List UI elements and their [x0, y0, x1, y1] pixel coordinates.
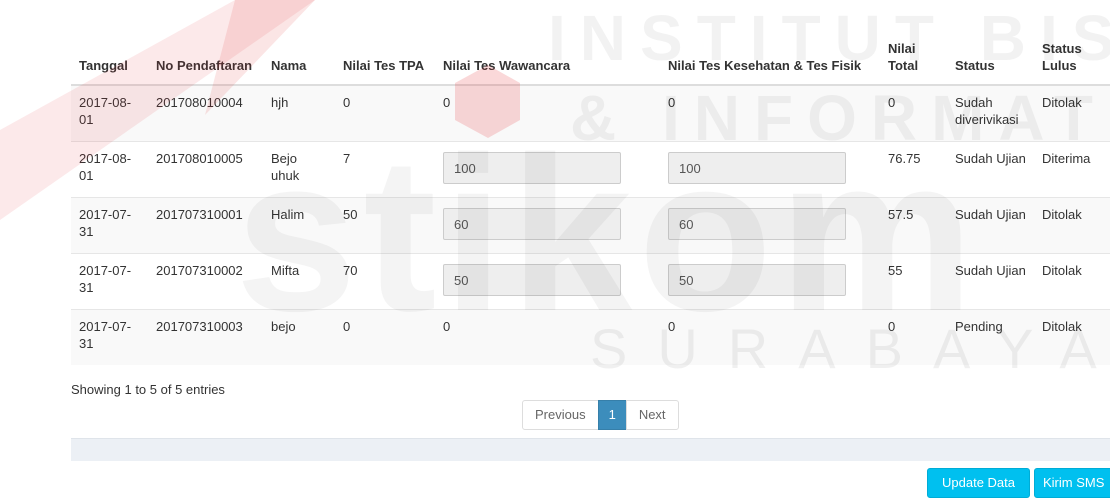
wawancara-score-field[interactable]: 60: [443, 207, 621, 240]
cell-nama: Mifta: [263, 252, 335, 309]
data-table-container: Tanggal No Pendaftaran Nama Nilai Tes TP…: [71, 0, 1110, 365]
cell-status-lulus: Ditolak: [1034, 84, 1110, 141]
cell-nilai-wawancara: 60: [435, 196, 660, 253]
cell-nilai-tpa: 50: [335, 196, 435, 253]
cell-nama: Bejo uhuk: [263, 140, 335, 197]
wawancara-score-field[interactable]: 100: [443, 151, 621, 184]
next-page-button[interactable]: Next: [625, 400, 679, 430]
cell-tanggal: 2017-07-31: [71, 308, 148, 365]
table-row: 2017-07-31 201707310003 bejo 0 0 0 0 Pen…: [71, 308, 1110, 365]
header-nilai-total[interactable]: Nilai Total: [880, 0, 947, 86]
cell-no-pendaftaran: 201708010004: [148, 84, 263, 141]
cell-status-lulus: Ditolak: [1034, 196, 1110, 253]
cell-nilai-tpa: 70: [335, 252, 435, 309]
cell-nilai-total: 0: [880, 84, 947, 141]
cell-status-lulus: Diterima: [1034, 140, 1110, 197]
kesehatan-score-field[interactable]: 100: [668, 151, 846, 184]
cell-status-lulus: Ditolak: [1034, 252, 1110, 309]
cell-status: Sudah Ujian: [947, 196, 1034, 253]
kesehatan-score-field[interactable]: 50: [668, 263, 846, 296]
cell-nilai-total: 76.75: [880, 140, 947, 197]
cell-nilai-total: 55: [880, 252, 947, 309]
cell-tanggal: 2017-08-01: [71, 140, 148, 197]
cell-nilai-wawancara: 100: [435, 140, 660, 197]
cell-nilai-tpa: 0: [335, 308, 435, 365]
header-status[interactable]: Status: [947, 0, 1034, 86]
table-row: 2017-07-31 201707310002 Mifta 70 50 50 5…: [71, 252, 1110, 309]
cell-tanggal: 2017-07-31: [71, 196, 148, 253]
header-nilai-wawancara[interactable]: Nilai Tes Wawancara: [435, 0, 660, 86]
wawancara-score-field[interactable]: 50: [443, 263, 621, 296]
table-row: 2017-08-01 201708010005 Bejo uhuk 7 100 …: [71, 140, 1110, 197]
cell-nilai-kesehatan: 60: [660, 196, 880, 253]
cell-no-pendaftaran: 201708010005: [148, 140, 263, 197]
cell-tanggal: 2017-07-31: [71, 252, 148, 309]
cell-nama: bejo: [263, 308, 335, 365]
cell-nilai-total: 57.5: [880, 196, 947, 253]
cell-status: Sudah Ujian: [947, 252, 1034, 309]
cell-nama: Halim: [263, 196, 335, 253]
cell-no-pendaftaran: 201707310002: [148, 252, 263, 309]
kirim-sms-button[interactable]: Kirim SMS: [1034, 468, 1110, 498]
cell-status: Sudah diverivikasi: [947, 84, 1034, 141]
header-status-lulus[interactable]: Status Lulus: [1034, 0, 1110, 86]
box-footer: [71, 438, 1110, 461]
update-data-button[interactable]: Update Data: [927, 468, 1030, 498]
kesehatan-score-field[interactable]: 60: [668, 207, 846, 240]
cell-nilai-wawancara: 0: [435, 308, 660, 365]
table-row: 2017-08-01 201708010004 hjh 0 0 0 0 Suda…: [71, 84, 1110, 141]
cell-nilai-kesehatan: 0: [660, 308, 880, 365]
pagination: Previous 1 Next: [522, 400, 679, 430]
header-nilai-kesehatan[interactable]: Nilai Tes Kesehatan & Tes Fisik: [660, 0, 880, 86]
cell-tanggal: 2017-08-01: [71, 84, 148, 141]
ujian-table: Tanggal No Pendaftaran Nama Nilai Tes TP…: [71, 0, 1110, 365]
table-header-row: Tanggal No Pendaftaran Nama Nilai Tes TP…: [71, 0, 1110, 86]
cell-no-pendaftaran: 201707310001: [148, 196, 263, 253]
cell-nilai-kesehatan: 100: [660, 140, 880, 197]
entries-info: Showing 1 to 5 of 5 entries: [71, 382, 225, 397]
cell-nilai-total: 0: [880, 308, 947, 365]
cell-nilai-wawancara: 0: [435, 84, 660, 141]
header-tanggal[interactable]: Tanggal: [71, 0, 148, 86]
cell-status: Sudah Ujian: [947, 140, 1034, 197]
previous-page-button[interactable]: Previous: [522, 400, 599, 430]
cell-nilai-tpa: 7: [335, 140, 435, 197]
header-no-pendaftaran[interactable]: No Pendaftaran: [148, 0, 263, 86]
header-nama[interactable]: Nama: [263, 0, 335, 86]
cell-nilai-wawancara: 50: [435, 252, 660, 309]
cell-status-lulus: Ditolak: [1034, 308, 1110, 365]
cell-nama: hjh: [263, 84, 335, 141]
cell-nilai-tpa: 0: [335, 84, 435, 141]
cell-no-pendaftaran: 201707310003: [148, 308, 263, 365]
cell-nilai-kesehatan: 0: [660, 84, 880, 141]
header-nilai-tpa[interactable]: Nilai Tes TPA: [335, 0, 435, 86]
cell-status: Pending: [947, 308, 1034, 365]
table-row: 2017-07-31 201707310001 Halim 50 60 60 5…: [71, 196, 1110, 253]
page-1-button[interactable]: 1: [597, 400, 627, 430]
cell-nilai-kesehatan: 50: [660, 252, 880, 309]
